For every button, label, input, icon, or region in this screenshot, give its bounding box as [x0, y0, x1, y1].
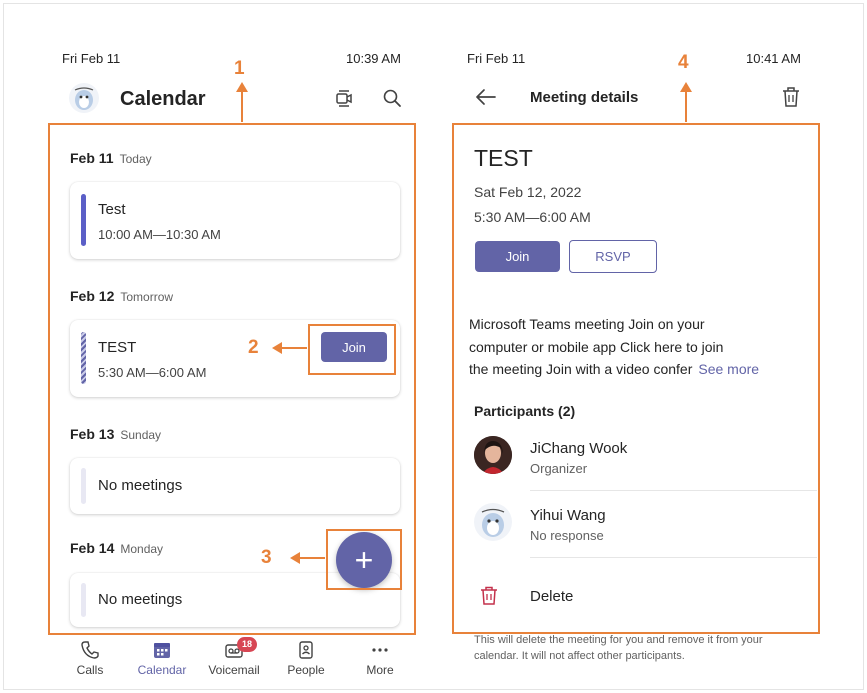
arrow-head	[290, 552, 300, 564]
annotation-arrows	[236, 82, 692, 564]
arrow-head	[272, 342, 282, 354]
callout-4: 4	[678, 52, 689, 73]
callout-3: 3	[261, 547, 272, 568]
callout-2: 2	[248, 337, 259, 358]
arrow-head	[680, 82, 692, 92]
arrow-head	[236, 82, 248, 92]
callout-1: 1	[234, 58, 245, 79]
